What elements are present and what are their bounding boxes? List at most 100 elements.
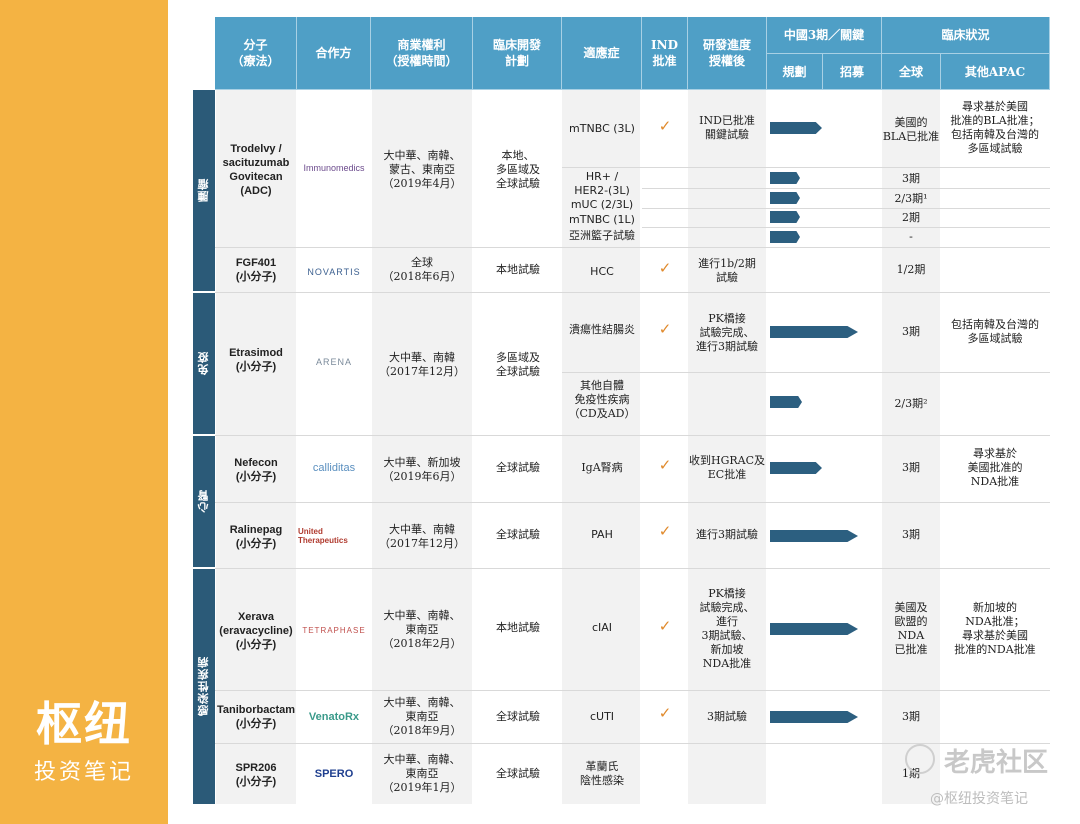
row-divider xyxy=(215,502,1050,503)
indication: cIAI xyxy=(591,621,613,634)
header-recruit: 招募 xyxy=(823,54,882,90)
watermark-sub: @枢纽投资笔记 xyxy=(930,791,1028,807)
header-molecule: 分子 （療法） xyxy=(215,17,297,90)
plan: 本地試驗 xyxy=(496,621,540,634)
header-ind: IND 批准 xyxy=(642,17,688,90)
category-oncology: 腫瘤 xyxy=(193,90,215,291)
header-progress: 研發進度 授權後 xyxy=(688,17,767,90)
header-rights: 商業權利 （授權時間） xyxy=(371,17,473,90)
progress-arrow-icon xyxy=(770,326,858,338)
subrow-divider xyxy=(642,188,1050,189)
global-status: 3期 xyxy=(902,710,920,723)
category-infectious: 感染性疾病 xyxy=(193,569,215,804)
progress: PK橋接 試驗完成、 進行3期試驗 xyxy=(696,312,758,353)
rights: 大中華、新加坡 （2019年6月） xyxy=(382,456,462,483)
row-divider xyxy=(215,568,1050,569)
drug-name: Etrasimod (小分子) xyxy=(229,347,283,373)
global-status: 2/3期¹ xyxy=(894,191,928,205)
apac-status: 尋求基於美國 批准的BLA批准； 包括南韓及台灣的 多區域試驗 xyxy=(950,100,1040,155)
header-indication: 適應症 xyxy=(562,17,642,90)
tiger-logo-icon xyxy=(905,744,935,774)
indication: IgA腎病 xyxy=(581,461,623,474)
progress-column-bg xyxy=(688,90,766,804)
partner-logo: calliditas xyxy=(312,462,356,474)
plan: 全球試驗 xyxy=(496,461,540,474)
progress-arrow-icon xyxy=(770,623,858,635)
header-plan: 臨床開發 計劃 xyxy=(473,17,562,90)
ind-approved-check-icon: ✓ xyxy=(658,617,672,635)
indication: HCC xyxy=(590,265,614,278)
partner-logo: NOVARTIS xyxy=(307,267,361,277)
header-global: 全球 xyxy=(882,54,941,90)
header-planning: 規劃 xyxy=(767,54,823,90)
drug-name: FGF401 (小分子) xyxy=(235,257,277,283)
progress-arrow-icon xyxy=(770,172,800,184)
ind-approved-check-icon: ✓ xyxy=(658,117,672,135)
plan: 全球試驗 xyxy=(496,767,540,780)
progress: 進行1b/2期 試驗 xyxy=(698,257,756,284)
apac-status: 包括南韓及台灣的 多區域試驗 xyxy=(951,318,1039,345)
global-status: 3期 xyxy=(902,325,920,338)
indication: cUTI xyxy=(589,710,615,723)
rights: 大中華、南韓 （2017年12月） xyxy=(379,523,465,550)
indication: 其他自體 免疫性疾病 （CD及AD） xyxy=(568,379,636,420)
global-status: 美國及 歐盟的 NDA 已批准 xyxy=(894,601,928,656)
global-status: 1/2期 xyxy=(896,263,926,276)
plan: 全球試驗 xyxy=(496,710,540,723)
brand-subtitle: 投资笔记 xyxy=(33,760,134,785)
indication: HR+ / HER2-(3L) xyxy=(574,170,630,197)
apac-status: 尋求基於 美國批准的 NDA批准 xyxy=(967,447,1023,488)
progress-arrow-icon xyxy=(770,122,822,134)
rights: 大中華、南韓 （2017年12月） xyxy=(379,351,465,378)
global-status: 3期 xyxy=(902,528,920,541)
ind-approved-check-icon: ✓ xyxy=(658,522,672,540)
plan: 全球試驗 xyxy=(496,528,540,541)
row-divider xyxy=(215,435,1050,436)
rights: 全球 （2018年6月） xyxy=(382,256,462,283)
category-immunology: 免疫 xyxy=(193,293,215,434)
partner-logo: ARENA xyxy=(315,357,352,367)
partner-logo: SPERO xyxy=(314,768,354,780)
indication: mUC (2/3L) xyxy=(570,198,634,211)
category-cardio: 心腎 xyxy=(193,436,215,567)
plan: 本地、 多區域及 全球試驗 xyxy=(496,149,540,190)
partner-logo: TETRAPHASE xyxy=(302,625,366,635)
progress: 3期試驗 xyxy=(707,710,747,723)
subrow-divider xyxy=(562,167,1050,168)
row-divider xyxy=(215,690,1050,691)
indication: PAH xyxy=(591,528,613,541)
global-status: 2/3期² xyxy=(894,397,928,410)
header-clinical: 臨床狀況 xyxy=(882,17,1050,54)
indication: 革蘭氏 陰性感染 xyxy=(580,760,624,787)
progress-arrow-icon xyxy=(770,530,858,542)
partner-logo: United Therapeutics xyxy=(298,527,348,545)
row-divider xyxy=(215,247,1050,248)
header-apac: 其他APAC xyxy=(941,54,1050,90)
indication: 潰瘍性結腸炎 xyxy=(569,323,635,336)
ind-approved-check-icon: ✓ xyxy=(658,320,672,338)
partner-logo: VenatoRx xyxy=(308,711,360,723)
global-status: - xyxy=(909,230,913,243)
global-status: 2期 xyxy=(902,210,920,224)
brand-title: 枢纽 xyxy=(36,697,132,751)
drug-name: Taniborbactam (小分子) xyxy=(216,704,296,730)
plan: 本地試驗 xyxy=(496,263,540,276)
global-status: 3期 xyxy=(902,461,920,474)
ind-approved-check-icon: ✓ xyxy=(658,259,672,277)
brand-sidebar: 枢纽 投资笔记 xyxy=(0,0,168,824)
subrow-divider xyxy=(562,372,1050,373)
ind-approved-check-icon: ✓ xyxy=(658,456,672,474)
progress-arrow-icon xyxy=(770,192,800,204)
global-status: 3期 xyxy=(902,171,920,185)
drug-name: Trodelvy / sacituzumab Govitecan (ADC) xyxy=(222,143,290,197)
row-divider xyxy=(215,292,1050,293)
drug-name: SPR206 (小分子) xyxy=(235,762,277,788)
rights: 大中華、南韓、 東南亞 （2018年2月） xyxy=(382,609,462,650)
rights: 大中華、南韓、 蒙古、東南亞 （2019年4月） xyxy=(382,149,462,190)
subrow-divider xyxy=(642,227,1050,228)
plan: 多區域及 全球試驗 xyxy=(496,351,540,378)
ind-approved-check-icon: ✓ xyxy=(658,704,672,722)
progress: PK橋接 試驗完成、 進行 3期試驗、 新加坡 NDA批准 xyxy=(699,587,755,670)
watermark-main: 老虎社区 xyxy=(944,748,1049,778)
progress-arrow-icon xyxy=(770,396,802,408)
